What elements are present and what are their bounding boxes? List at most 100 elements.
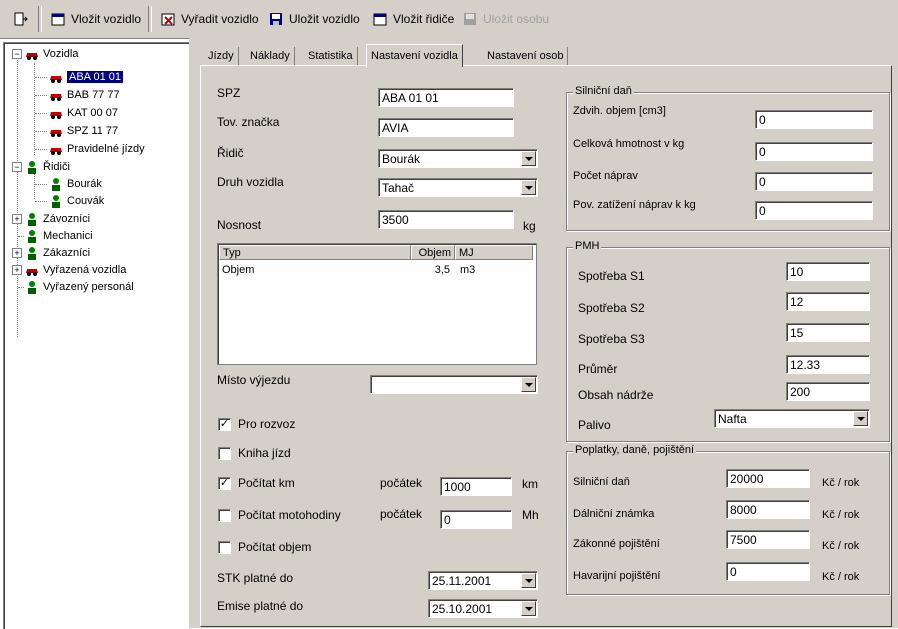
splitter[interactable] <box>189 38 196 628</box>
s1-input[interactable]: 10 <box>786 262 870 281</box>
grid-cell[interactable]: m3 <box>460 264 475 276</box>
s3-label: Spotřeba S3 <box>578 332 645 346</box>
tree-item-vehicle[interactable]: KAT 00 07 <box>48 105 118 120</box>
fee-input[interactable]: 7500 <box>726 530 810 549</box>
tree-item-mechanici[interactable]: Mechanici <box>24 228 93 243</box>
pmh-title: PMH <box>573 240 602 252</box>
moto-start-input[interactable]: 0 <box>440 510 512 529</box>
s2-input[interactable]: 12 <box>786 292 870 311</box>
pocitat-objem-label: Počítat objem <box>238 540 312 554</box>
tree-label: BAB 77 77 <box>67 88 120 101</box>
grid-header-typ[interactable]: Typ <box>219 245 411 260</box>
tree-label: Závozníci <box>43 212 91 225</box>
tree-item-vehicle[interactable]: BAB 77 77 <box>48 87 120 102</box>
km-start-input[interactable]: 1000 <box>440 477 512 496</box>
druh-select[interactable]: Tahač <box>378 178 538 197</box>
druh-value: Tahač <box>382 181 415 195</box>
car-icon <box>48 105 64 121</box>
tree-item-driver[interactable]: Couvák <box>48 193 104 208</box>
chevron-down-icon[interactable] <box>521 601 536 616</box>
objem-label: Zdvih. objem [cm3] <box>573 105 666 117</box>
tab-statistika[interactable]: Statistika <box>304 47 358 65</box>
insert-driver-button[interactable]: Vložit řidiče <box>372 8 454 30</box>
stk-date-picker[interactable]: 25.11.2001 <box>428 571 538 590</box>
chevron-down-icon[interactable] <box>853 411 868 426</box>
spz-input[interactable]: ABA 01 01 <box>378 88 514 107</box>
fee-input[interactable]: 8000 <box>726 500 810 519</box>
emise-date-picker[interactable]: 25.10.2001 <box>428 599 538 618</box>
tree-item-zavoznici[interactable]: Závozníci <box>24 211 90 226</box>
pro-rozvoz-checkbox[interactable]: ✓ <box>218 418 231 431</box>
nosnost-unit: kg <box>523 219 536 233</box>
tree-item-driver[interactable]: Bourák <box>48 176 102 191</box>
pocitat-moto-checkbox[interactable] <box>218 509 231 522</box>
collapse-icon[interactable]: − <box>12 49 22 59</box>
save-person-button[interactable]: Uložit osobu <box>462 8 549 30</box>
navigation-tree[interactable]: − Vozidla ABA 01 01 BAB 77 77 KAT 00 07 … <box>3 42 190 629</box>
obsah-input[interactable]: 200 <box>786 382 870 401</box>
fee-input[interactable]: 0 <box>726 562 810 581</box>
exit-button[interactable] <box>12 8 28 30</box>
fee-unit: Kč / rok <box>822 571 860 583</box>
car-icon <box>48 69 64 85</box>
save-icon <box>268 11 284 27</box>
chevron-down-icon[interactable] <box>521 180 536 195</box>
tab-nastaveni-vozidla[interactable]: Nastavení vozidla <box>366 44 463 67</box>
fee-unit: Kč / rok <box>822 540 860 552</box>
nosnost-label: Nosnost <box>217 218 262 232</box>
tree-item-vehicle[interactable]: Pravidelné jízdy <box>48 141 145 156</box>
person-icon <box>48 176 64 192</box>
expand-icon[interactable]: + <box>12 214 22 224</box>
save-icon <box>462 11 478 27</box>
grid-header-mj[interactable]: MJ <box>455 245 533 260</box>
ridic-value: Bourák <box>382 152 421 166</box>
chevron-down-icon[interactable] <box>521 151 536 166</box>
tree-item-vyrazena-vozidla[interactable]: Vyřazená vozidla <box>24 262 126 277</box>
tab-naklady[interactable]: Náklady <box>246 47 295 65</box>
napravy-input[interactable]: 0 <box>755 172 873 191</box>
tree-item-zakaznici[interactable]: Zákazníci <box>24 245 90 260</box>
kniha-jizd-checkbox[interactable] <box>218 447 231 460</box>
chevron-down-icon[interactable] <box>521 377 536 392</box>
tree-item-ridici[interactable]: Řidiči <box>24 159 70 174</box>
tree-label: Vyřazená vozidla <box>43 263 127 276</box>
druh-label: Druh vozidla <box>217 175 284 189</box>
save-vehicle-button[interactable]: Uložit vozidlo <box>268 8 360 30</box>
expand-icon[interactable]: + <box>12 265 22 275</box>
insert-vehicle-button[interactable]: Vložit vozidlo <box>50 8 141 30</box>
s3-input[interactable]: 15 <box>786 323 870 342</box>
tab-jizdy[interactable]: Jízdy <box>204 47 239 65</box>
collapse-icon[interactable]: − <box>12 162 22 172</box>
grid-cell[interactable]: Objem <box>222 264 254 276</box>
pocitat-km-checkbox[interactable]: ✓ <box>218 477 231 490</box>
expand-icon[interactable]: + <box>12 248 22 258</box>
tree-item-vehicle[interactable]: ABA 01 01 <box>48 69 124 85</box>
grid-header-objem[interactable]: Objem <box>411 245 455 260</box>
fee-input[interactable]: 20000 <box>726 469 810 488</box>
nosnost-input[interactable]: 3500 <box>378 210 514 229</box>
objem-input[interactable]: 0 <box>755 110 873 129</box>
pocitat-objem-checkbox[interactable] <box>218 541 231 554</box>
tab-nastaveni-osob[interactable]: Nastavení osob <box>483 47 569 65</box>
tree-item-vehicle[interactable]: SPZ 11 77 <box>48 123 118 138</box>
prumer-input[interactable]: 12.33 <box>786 355 870 374</box>
cargo-grid[interactable]: Typ Objem MJ Objem 3,5 m3 <box>217 243 537 365</box>
hmotnost-input[interactable]: 0 <box>755 142 873 161</box>
znacka-input[interactable]: AVIA <box>378 118 514 137</box>
person-icon <box>24 228 40 244</box>
tree-item-vyrazeny-personal[interactable]: Vyřazený personál <box>24 279 134 294</box>
palivo-select[interactable]: Nafta <box>714 409 870 428</box>
grid-cell[interactable]: 3,5 <box>418 264 450 276</box>
person-icon <box>24 159 40 175</box>
tree-item-vozidla[interactable]: Vozidla <box>24 46 78 61</box>
zatizeni-input[interactable]: 0 <box>755 201 873 220</box>
misto-select[interactable] <box>370 375 538 394</box>
ridic-select[interactable]: Bourák <box>378 149 538 168</box>
fee-unit: Kč / rok <box>822 477 860 489</box>
fee-label: Zákonné pojištění <box>573 538 660 550</box>
car-icon <box>48 87 64 103</box>
chevron-down-icon[interactable] <box>521 573 536 588</box>
fee-unit: Kč / rok <box>822 509 860 521</box>
znacka-label: Tov. značka <box>217 115 280 129</box>
remove-vehicle-button[interactable]: Vyřadit vozidlo <box>160 8 259 30</box>
